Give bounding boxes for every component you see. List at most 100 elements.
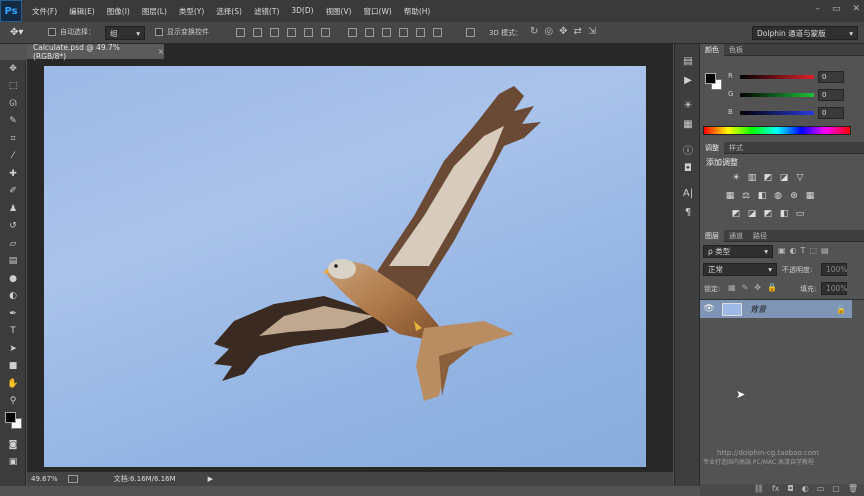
brightness-icon[interactable]: ☀: [730, 172, 742, 184]
levels-icon[interactable]: ▥: [746, 172, 758, 184]
align-top-icon[interactable]: [236, 28, 245, 37]
layer-visibility-eye-icon[interactable]: 👁: [700, 304, 718, 314]
workspace-dropdown[interactable]: Dolphin 通道与蒙版 ▾: [752, 26, 858, 40]
layer-filter-dropdown[interactable]: ρ 类型 ▾: [703, 245, 773, 258]
healing-brush-tool-icon[interactable]: ✚: [0, 165, 26, 183]
paragraph-panel-icon[interactable]: ¶: [675, 203, 701, 222]
auto-align-icon[interactable]: [466, 28, 475, 37]
crop-tool-icon[interactable]: ⌗: [0, 130, 26, 148]
color-lookup-icon[interactable]: ▦: [804, 190, 816, 202]
menu-item[interactable]: 类型(Y): [173, 6, 210, 17]
clone-stamp-tool-icon[interactable]: ♟: [0, 200, 26, 218]
black-white-icon[interactable]: ◧: [756, 190, 768, 202]
filter-smart-icon[interactable]: ▤: [821, 246, 829, 255]
maximize-button[interactable]: ▭: [832, 4, 841, 14]
filter-pixel-icon[interactable]: ▣: [778, 246, 786, 255]
quick-mask-icon[interactable]: ◙: [0, 436, 26, 454]
hand-tool-icon[interactable]: ✋: [0, 375, 26, 393]
image-canvas[interactable]: [44, 66, 646, 467]
gradient-map-icon[interactable]: ▭: [794, 208, 806, 220]
tab-swatches[interactable]: 色板: [724, 44, 748, 56]
channel-mixer-icon[interactable]: ⊛: [788, 190, 800, 202]
screen-mode-icon[interactable]: ▣: [0, 454, 26, 472]
menu-item[interactable]: 文件(F): [26, 6, 63, 17]
align-hcenter-icon[interactable]: [304, 28, 313, 37]
auto-select-checkbox[interactable]: 自动选择：: [48, 27, 95, 37]
tab-color[interactable]: 颜色: [700, 43, 724, 56]
distribute-hcenter-icon[interactable]: [416, 28, 425, 37]
distribute-right-icon[interactable]: [433, 28, 442, 37]
3d-slide-icon[interactable]: ⇄: [574, 26, 582, 37]
tab-channels[interactable]: 通道: [724, 230, 748, 242]
filter-shape-icon[interactable]: ⬚: [809, 246, 817, 255]
quick-select-tool-icon[interactable]: ✎: [0, 113, 26, 131]
menu-item[interactable]: 窗口(W): [358, 6, 398, 17]
show-transform-checkbox[interactable]: 显示变换控件: [155, 27, 209, 37]
menu-item[interactable]: 编辑(E): [63, 6, 101, 17]
opacity-field[interactable]: 100%: [821, 263, 847, 276]
pen-tool-icon[interactable]: ✒: [0, 305, 26, 323]
posterize-icon[interactable]: ◪: [746, 208, 758, 220]
lock-transparent-icon[interactable]: ▦: [728, 283, 736, 292]
blue-value-field[interactable]: 0: [818, 107, 844, 119]
fill-field[interactable]: 100%: [821, 282, 847, 295]
align-left-icon[interactable]: [287, 28, 296, 37]
filter-type-icon[interactable]: T: [801, 246, 806, 255]
3d-roll-icon[interactable]: ◎: [544, 26, 553, 37]
lock-position-icon[interactable]: ✥: [754, 283, 761, 292]
3d-pan-icon[interactable]: ✥: [559, 26, 567, 37]
history-brush-tool-icon[interactable]: ↺: [0, 218, 26, 236]
tab-styles[interactable]: 样式: [724, 142, 748, 154]
brush-tool-icon[interactable]: ✐: [0, 183, 26, 201]
menu-item[interactable]: 图层(L): [136, 6, 173, 17]
layer-name[interactable]: 背景: [750, 304, 766, 315]
hue-saturation-icon[interactable]: ▦: [724, 190, 736, 202]
path-select-tool-icon[interactable]: ➤: [0, 340, 26, 358]
gradient-tool-icon[interactable]: ▤: [0, 253, 26, 271]
distribute-top-icon[interactable]: [348, 28, 357, 37]
3d-rotate-icon[interactable]: ↻: [530, 26, 538, 37]
shape-tool-icon[interactable]: ■: [0, 358, 26, 376]
actions-panel-icon[interactable]: ▶: [675, 71, 701, 90]
green-slider[interactable]: [740, 93, 814, 97]
blue-slider[interactable]: [740, 111, 814, 115]
eraser-tool-icon[interactable]: ▱: [0, 235, 26, 253]
filter-adjust-icon[interactable]: ◐: [790, 246, 797, 255]
layer-row[interactable]: 👁 背景 🔒: [700, 300, 852, 318]
history-panel-icon[interactable]: ▤: [675, 52, 701, 71]
document-tab[interactable]: Calculate.psd @ 49.7%(RGB/8*) ×: [27, 43, 165, 61]
blend-mode-dropdown[interactable]: 正常 ▾: [703, 263, 777, 276]
distribute-vcenter-icon[interactable]: [365, 28, 374, 37]
navigator-panel-icon[interactable]: ◘: [675, 159, 701, 178]
menu-item[interactable]: 帮助(H): [398, 6, 437, 17]
menu-item[interactable]: 滤镜(T): [248, 6, 285, 17]
color-spectrum-bar[interactable]: [703, 126, 851, 135]
lock-all-icon[interactable]: 🔒: [767, 283, 777, 292]
lasso-tool-icon[interactable]: ᘏ: [0, 95, 26, 113]
properties-panel-icon[interactable]: ▦: [675, 115, 701, 134]
document-tab-close-button[interactable]: ×: [158, 47, 164, 56]
vibrance-icon[interactable]: ▽: [794, 172, 806, 184]
dodge-tool-icon[interactable]: ◐: [0, 288, 26, 306]
close-window-button[interactable]: ✕: [852, 4, 860, 14]
menu-item[interactable]: 视图(V): [320, 6, 358, 17]
eyedropper-tool-icon[interactable]: ⁄: [0, 148, 26, 166]
auto-select-dropdown[interactable]: 组 ▾: [105, 26, 145, 40]
color-panel-foreground[interactable]: [705, 73, 716, 84]
photo-filter-icon[interactable]: ◍: [772, 190, 784, 202]
red-value-field[interactable]: 0: [818, 71, 844, 83]
green-value-field[interactable]: 0: [818, 89, 844, 101]
selective-color-icon[interactable]: ◧: [778, 208, 790, 220]
distribute-bottom-icon[interactable]: [382, 28, 391, 37]
invert-icon[interactable]: ◩: [730, 208, 742, 220]
lock-pixels-icon[interactable]: ✎: [742, 283, 749, 292]
status-export-icon[interactable]: [67, 475, 78, 483]
zoom-level[interactable]: 49.67%: [31, 475, 58, 483]
align-bottom-icon[interactable]: [270, 28, 279, 37]
menu-item[interactable]: 3D(D): [285, 6, 319, 17]
menu-item[interactable]: 选择(S): [210, 6, 248, 17]
character-panel-icon[interactable]: A|: [675, 184, 701, 203]
align-right-icon[interactable]: [321, 28, 330, 37]
status-menu-arrow[interactable]: ▶: [208, 475, 213, 483]
exposure-icon[interactable]: ◪: [778, 172, 790, 184]
